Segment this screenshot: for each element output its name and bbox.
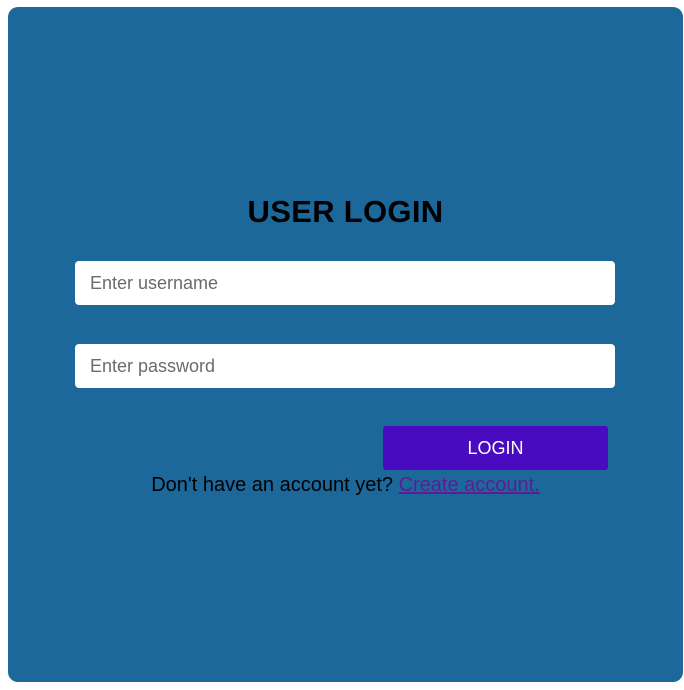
- username-input[interactable]: [75, 261, 615, 305]
- login-card: USER LOGIN LOGIN Don't have an account y…: [8, 7, 683, 682]
- password-input[interactable]: [75, 344, 615, 388]
- create-account-link[interactable]: Create account.: [399, 474, 540, 496]
- signup-row: Don't have an account yet? Create accoun…: [8, 474, 683, 497]
- login-button[interactable]: LOGIN: [383, 426, 608, 470]
- page-title: USER LOGIN: [247, 194, 444, 229]
- signup-prompt: Don't have an account yet?: [151, 474, 393, 496]
